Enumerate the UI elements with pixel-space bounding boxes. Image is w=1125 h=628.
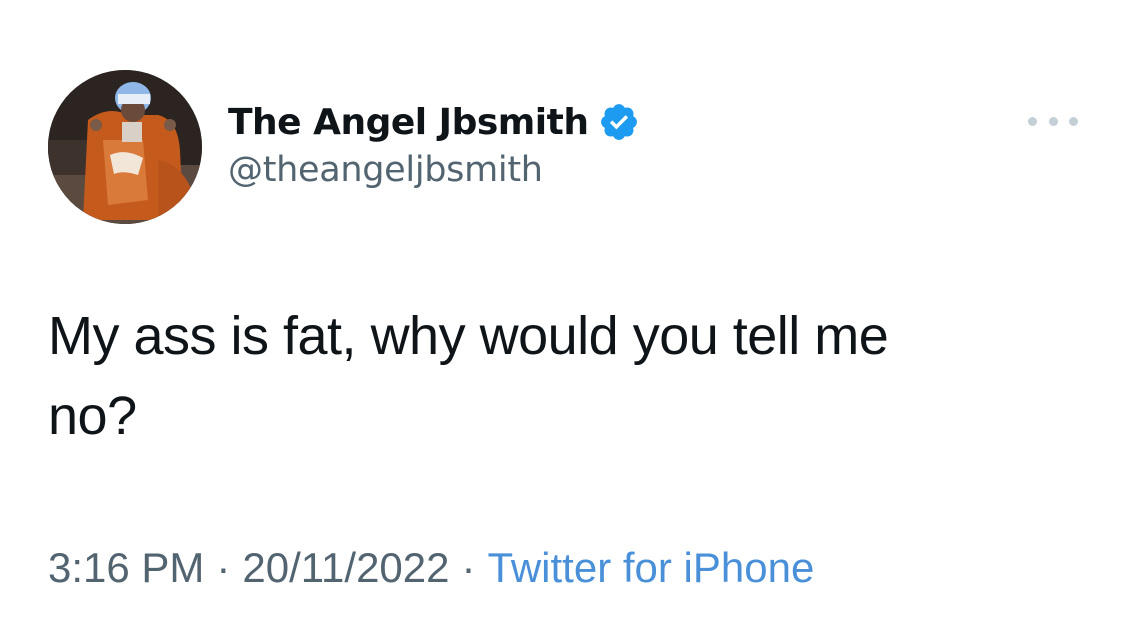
more-dot: [1069, 116, 1078, 126]
more-dot: [1028, 116, 1037, 126]
tweet-date[interactable]: 20/11/2022: [242, 544, 449, 591]
author-name-row: The Angel Jbsmith: [228, 96, 640, 148]
author-handle[interactable]: @theangeljbsmith: [228, 150, 543, 190]
tweet-source-link[interactable]: Twitter for iPhone: [488, 544, 815, 591]
tweet-meta: 3:16 PM · 20/11/2022 · Twitter for iPhone: [48, 544, 814, 592]
tweet-time[interactable]: 3:16 PM: [48, 544, 204, 591]
meta-separator: ·: [216, 544, 231, 591]
author-display-name[interactable]: The Angel Jbsmith: [228, 102, 589, 143]
meta-separator: ·: [461, 544, 476, 591]
tweet-text: My ass is fat, why would you tell me no?: [48, 306, 889, 446]
tweet-card: The Angel Jbsmith @theangeljbsmith My as…: [0, 0, 1125, 628]
author-avatar[interactable]: [48, 70, 202, 224]
more-dot: [1048, 116, 1058, 126]
avatar-photo: [48, 70, 202, 224]
more-options-icon[interactable]: [1028, 106, 1078, 136]
verified-badge-icon: [598, 101, 640, 143]
